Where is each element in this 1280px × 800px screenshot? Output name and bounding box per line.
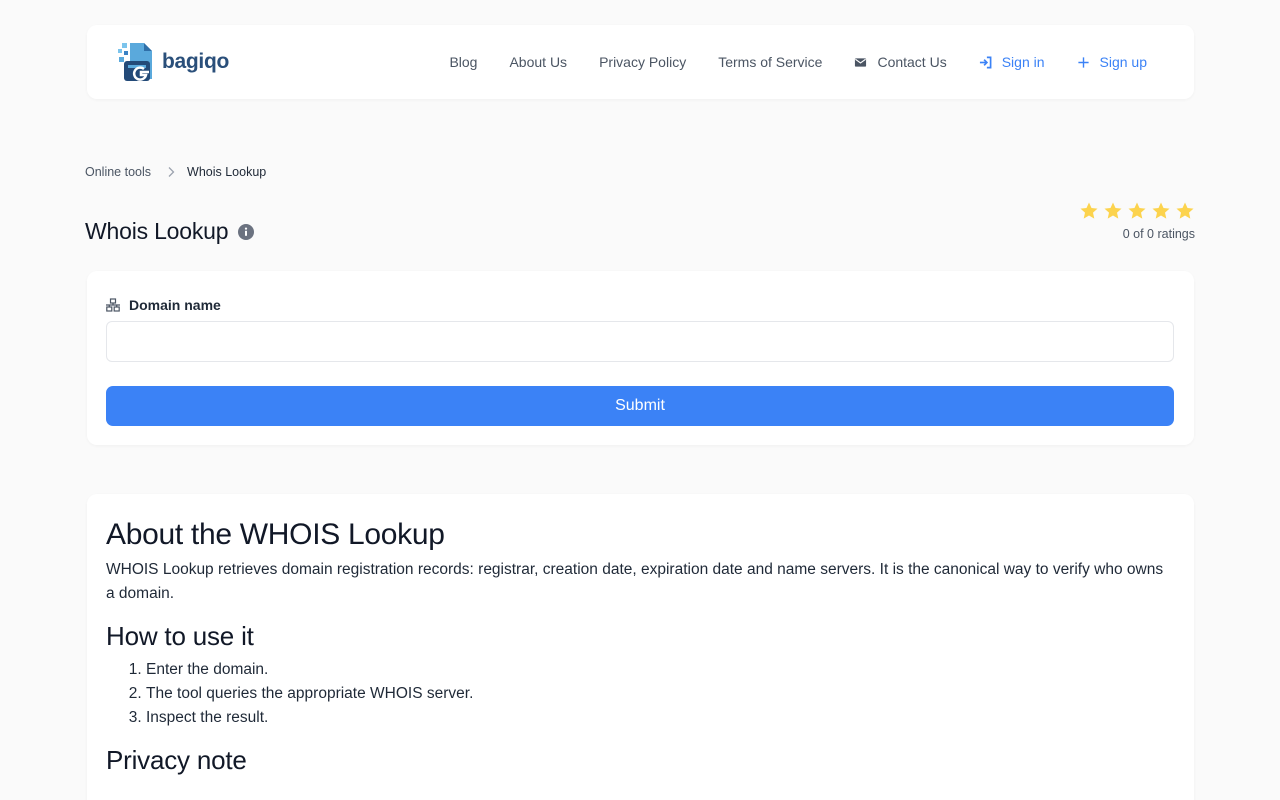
domain-field-label-text: Domain name: [129, 297, 221, 313]
nav-signin-label: Sign in: [1001, 54, 1045, 70]
nav-about-link[interactable]: About Us: [509, 54, 567, 70]
logo-icon: [118, 41, 160, 83]
plus-icon: [1077, 56, 1089, 68]
nav-signup-link[interactable]: Sign up: [1077, 54, 1147, 70]
sign-in-icon: [979, 56, 992, 68]
submit-button[interactable]: Submit: [106, 386, 1174, 426]
info-icon[interactable]: [238, 223, 255, 240]
rating-count: 0 of 0 ratings: [1122, 227, 1195, 241]
nav-signup-label: Sign up: [1099, 54, 1147, 70]
star-icon[interactable]: [1103, 201, 1123, 221]
logo[interactable]: bagiqo: [118, 41, 229, 83]
about-card: About the WHOIS Lookup WHOIS Lookup retr…: [87, 494, 1194, 800]
nav-signin-link[interactable]: Sign in: [979, 54, 1045, 70]
star-icon[interactable]: [1079, 201, 1099, 221]
navbar: bagiqo Blog About Us Privacy Policy Term…: [87, 25, 1194, 99]
domain-input[interactable]: [106, 321, 1174, 362]
nav-privacy-link[interactable]: Privacy Policy: [599, 54, 686, 70]
breadcrumb-online-tools-link[interactable]: Online tools: [85, 165, 151, 179]
privacy-heading: Privacy note: [106, 745, 247, 775]
nav-contact-link[interactable]: Contact Us: [854, 54, 947, 70]
title-row: Whois Lookup: [85, 218, 255, 245]
nav-contact-label: Contact Us: [877, 54, 947, 70]
chevron-right-icon: [168, 167, 175, 177]
logo-text: bagiqo: [162, 50, 230, 73]
list-item: Enter the domain.: [146, 658, 1175, 682]
star-icon[interactable]: [1127, 201, 1147, 221]
network-icon: [106, 298, 120, 312]
envelope-icon: [855, 57, 867, 67]
domain-field-label: Domain name: [106, 297, 221, 313]
nav-menu: Blog About Us Privacy Policy Terms of Se…: [417, 25, 1147, 99]
list-item: Inspect the result.: [146, 706, 1175, 730]
breadcrumb: Online tools Whois Lookup: [85, 165, 266, 179]
rating-widget: 0 of 0 ratings: [1075, 201, 1195, 241]
nav-terms-link[interactable]: Terms of Service: [718, 54, 822, 70]
star-icon[interactable]: [1151, 201, 1171, 221]
nav-blog-link[interactable]: Blog: [449, 54, 477, 70]
breadcrumb-current: Whois Lookup: [187, 165, 267, 179]
star-icon[interactable]: [1175, 201, 1195, 221]
page-title: Whois Lookup: [85, 218, 229, 244]
list-item: The tool queries the appropriate WHOIS s…: [146, 682, 1175, 706]
how-to-heading: How to use it: [106, 621, 254, 651]
about-heading: About the WHOIS Lookup: [106, 518, 445, 551]
about-intro: WHOIS Lookup retrieves domain registrati…: [106, 561, 1164, 602]
lookup-form-card: Domain name Submit: [87, 271, 1194, 445]
star-rating: [1075, 201, 1195, 221]
steps-list: Enter the domain. The tool queries the a…: [106, 658, 1175, 730]
